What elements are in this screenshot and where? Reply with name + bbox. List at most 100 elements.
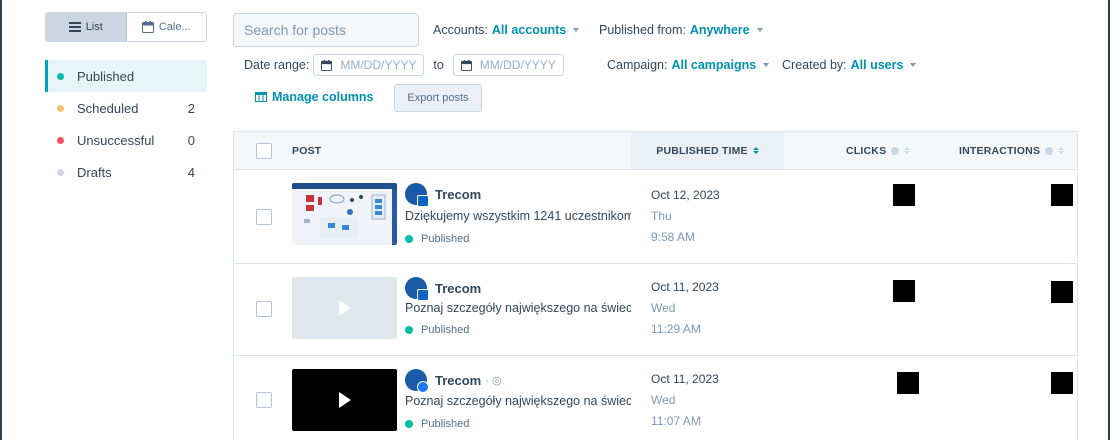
- post-thumbnail[interactable]: [292, 277, 397, 339]
- clicks-value-redacted: [893, 280, 915, 302]
- account-avatar: [405, 277, 429, 301]
- status-item-drafts[interactable]: Drafts 4: [45, 156, 207, 188]
- table-row[interactable]: Trecom Poznaj szczegóły największego na …: [234, 264, 1077, 356]
- published-clock-time: 11:07 AM: [651, 414, 701, 428]
- window-border-left: [0, 0, 2, 440]
- post-status: Published: [405, 233, 469, 245]
- select-all-checkbox[interactable]: [256, 142, 272, 159]
- status-count: 4: [187, 164, 195, 180]
- status-count: 0: [187, 132, 195, 148]
- interactions-value-redacted: [1051, 184, 1073, 206]
- post-account: Trecom: [405, 277, 481, 301]
- campaign-value: All campaigns: [671, 58, 757, 72]
- post-status-label: Published: [421, 418, 470, 430]
- published-clock-time: 9:58 AM: [651, 230, 696, 244]
- published-dot-icon: [405, 326, 413, 334]
- account-name[interactable]: Trecom: [435, 373, 481, 388]
- post-text[interactable]: Dziękujemy wszystkim 1241 uczestnikom: [405, 209, 631, 223]
- created-by-value: All users: [850, 58, 904, 72]
- status-label: Scheduled: [77, 100, 139, 116]
- manage-columns-label: Manage columns: [272, 90, 374, 104]
- status-count: 2: [187, 100, 195, 116]
- account-name[interactable]: Trecom: [435, 187, 481, 202]
- globe-icon: · ◎: [485, 374, 502, 387]
- posts-table: POST PUBLISHED TIME CLICKS INTERACTIONS: [233, 131, 1078, 440]
- chevron-down-icon: [763, 63, 770, 67]
- column-header-clicks[interactable]: CLICKS: [846, 132, 911, 169]
- list-view-button[interactable]: List: [46, 13, 127, 41]
- status-label: Drafts: [77, 164, 112, 180]
- account-name[interactable]: Trecom: [435, 281, 481, 296]
- info-icon[interactable]: [1045, 146, 1054, 155]
- published-time-header-label: PUBLISHED TIME: [656, 144, 748, 157]
- post-thumbnail[interactable]: [292, 183, 397, 245]
- published-dot-icon: [405, 235, 413, 243]
- status-label: Unsuccessful: [77, 132, 155, 148]
- interactions-value-redacted: [1051, 281, 1073, 303]
- post-text[interactable]: Poznaj szczegóły największego na świeci: [405, 394, 631, 408]
- post-status: Published: [405, 418, 469, 430]
- account-avatar: [405, 183, 429, 207]
- published-dot-icon: [57, 72, 64, 80]
- accounts-filter[interactable]: Accounts: All accounts: [433, 23, 580, 37]
- status-list: Published Scheduled 2 Unsuccessful 0 Dra…: [45, 60, 207, 188]
- column-header-post[interactable]: POST: [292, 132, 321, 169]
- table-row[interactable]: Trecom · ◎ Poznaj szczegóły największego…: [234, 356, 1077, 440]
- post-status-label: Published: [421, 324, 470, 336]
- view-toggle: List Cale...: [45, 12, 207, 42]
- post-text[interactable]: Poznaj szczegóły największego na świeci: [405, 301, 631, 315]
- columns-icon: [255, 92, 267, 102]
- published-from-label: Published from:: [599, 23, 686, 37]
- created-by-label: Created by:: [782, 58, 847, 72]
- status-label: Published: [77, 68, 135, 84]
- accounts-filter-value: All accounts: [491, 23, 567, 37]
- calendar-view-button[interactable]: Cale...: [126, 13, 206, 41]
- row-checkbox[interactable]: [256, 392, 272, 408]
- manage-columns-button[interactable]: Manage columns: [255, 90, 373, 104]
- search-box: [233, 13, 425, 47]
- unsuccessful-dot-icon: [57, 136, 64, 144]
- clicks-value-redacted: [897, 372, 919, 394]
- search-input[interactable]: [244, 22, 425, 38]
- clicks-value-redacted: [893, 184, 915, 206]
- published-date: Oct 11, 2023: [651, 372, 719, 386]
- published-time: Oct 11, 2023 Wed 11:29 AM: [651, 277, 719, 340]
- post-thumbnail[interactable]: [292, 369, 397, 431]
- post-account: Trecom · ◎: [405, 369, 502, 393]
- table-row[interactable]: Trecom Dziękujemy wszystkim 1241 uczestn…: [234, 170, 1077, 264]
- interactions-header-label: INTERACTIONS: [959, 144, 1041, 157]
- calendar-icon: [141, 21, 154, 33]
- column-header-interactions[interactable]: INTERACTIONS: [959, 132, 1065, 169]
- published-date: Oct 12, 2023: [651, 188, 720, 202]
- account-avatar: [405, 369, 429, 393]
- status-item-unsuccessful[interactable]: Unsuccessful 0: [45, 124, 207, 156]
- row-checkbox[interactable]: [256, 301, 272, 317]
- campaign-filter[interactable]: Campaign: All campaigns: [607, 58, 770, 72]
- row-checkbox[interactable]: [256, 209, 272, 225]
- calendar-icon: [460, 59, 472, 71]
- published-time: Oct 11, 2023 Wed 11:07 AM: [651, 369, 719, 432]
- scheduled-dot-icon: [57, 104, 64, 112]
- list-icon: [68, 22, 81, 32]
- chevron-down-icon: [573, 28, 580, 32]
- created-by-filter[interactable]: Created by: All users: [782, 58, 917, 72]
- date-to-placeholder: MM/DD/YYYY: [479, 58, 556, 72]
- column-header-published-time[interactable]: PUBLISHED TIME: [631, 132, 784, 169]
- play-icon: [338, 300, 351, 316]
- status-item-published[interactable]: Published: [45, 60, 207, 92]
- calendar-icon: [321, 59, 333, 71]
- clicks-header-label: CLICKS: [846, 144, 887, 157]
- accounts-filter-label: Accounts:: [433, 23, 488, 37]
- date-from-field[interactable]: MM/DD/YYYY: [313, 54, 425, 76]
- chevron-down-icon: [910, 63, 917, 67]
- published-clock-time: 11:29 AM: [651, 322, 701, 336]
- status-item-scheduled[interactable]: Scheduled 2: [45, 92, 207, 124]
- published-from-filter[interactable]: Published from: Anywhere: [599, 23, 763, 37]
- date-to-field[interactable]: MM/DD/YYYY: [452, 54, 564, 76]
- play-icon: [338, 392, 351, 408]
- info-icon[interactable]: [891, 146, 900, 155]
- export-posts-button[interactable]: Export posts: [394, 84, 482, 112]
- published-weekday: Wed: [651, 393, 676, 407]
- published-time: Oct 12, 2023 Thu 9:58 AM: [651, 185, 720, 248]
- post-status: Published: [405, 324, 469, 336]
